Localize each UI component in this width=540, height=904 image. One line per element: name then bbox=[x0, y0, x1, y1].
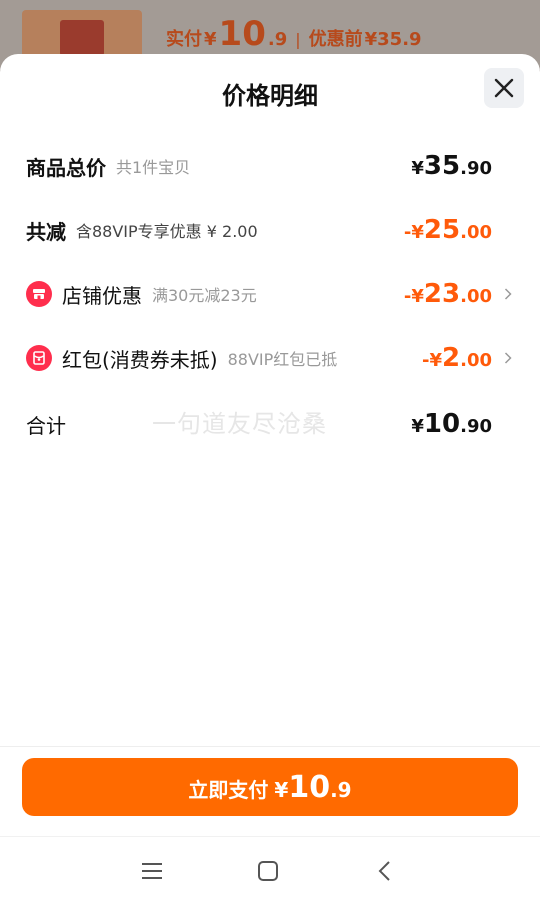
before-label: 优惠前 bbox=[308, 29, 363, 50]
paid-label: 实付 bbox=[166, 29, 202, 50]
background-price-summary: 实付 ¥ 10 .9 | 优惠前 ¥35.9 bbox=[166, 14, 422, 54]
divider bbox=[0, 746, 540, 747]
back-icon bbox=[378, 861, 390, 881]
row-label: 合计 bbox=[26, 413, 66, 438]
row-note: 88VIP红包已抵 bbox=[227, 350, 338, 369]
chevron-right-icon bbox=[500, 284, 512, 305]
pay-dec: .9 bbox=[330, 778, 352, 802]
row-amount: -¥ 25 .00 bbox=[404, 215, 492, 245]
row-shop-discount[interactable]: 店铺优惠 满30元减23元 -¥ 23 .00 bbox=[26, 274, 512, 314]
amount-dec: .00 bbox=[460, 350, 492, 371]
pay-label: 立即支付 bbox=[188, 778, 269, 802]
amount-dec: .90 bbox=[460, 416, 492, 437]
amount-dec: .00 bbox=[460, 222, 492, 243]
row-amount: -¥ 23 .00 bbox=[404, 279, 492, 309]
watermark-text: 一句道友尽沧桑 bbox=[152, 410, 327, 438]
row-note: 含88VIP专享优惠 ¥ 2.00 bbox=[76, 222, 258, 241]
paid-currency: ¥ bbox=[204, 29, 217, 50]
row-label: 店铺优惠 bbox=[62, 283, 142, 308]
row-total-discount: 共减 含88VIP专享优惠 ¥ 2.00 -¥ 25 .00 bbox=[26, 210, 512, 250]
amount-int: 23 bbox=[423, 279, 461, 309]
product-thumbnail bbox=[22, 10, 142, 60]
menu-button[interactable] bbox=[132, 853, 172, 889]
row-red-packet[interactable]: 红包(消费券未抵) 88VIP红包已抵 -¥ 2 .00 bbox=[26, 338, 512, 378]
paid-int: 10 bbox=[218, 14, 266, 54]
amount-currency: -¥ bbox=[403, 286, 424, 307]
red-packet-icon bbox=[26, 345, 52, 371]
close-button[interactable] bbox=[484, 68, 524, 108]
home-button[interactable] bbox=[248, 853, 288, 889]
row-label: 红包(消费券未抵) bbox=[62, 347, 218, 372]
home-icon bbox=[258, 861, 278, 881]
row-total-price: 商品总价 共1件宝贝 ¥ 35 .90 bbox=[26, 146, 512, 186]
row-note: 共1件宝贝 bbox=[116, 158, 191, 177]
chevron-right-icon bbox=[500, 348, 512, 369]
pay-now-button[interactable]: 立即支付 ¥ 10 .9 bbox=[22, 758, 518, 816]
close-icon bbox=[494, 78, 514, 98]
back-button[interactable] bbox=[364, 853, 404, 889]
amount-int: 2 bbox=[442, 343, 461, 373]
row-label: 共减 bbox=[26, 219, 66, 244]
amount-currency: ¥ bbox=[411, 416, 424, 437]
row-label: 商品总价 bbox=[26, 155, 106, 180]
amount-currency: -¥ bbox=[422, 350, 443, 371]
menu-icon bbox=[142, 863, 162, 879]
row-amount: -¥ 2 .00 bbox=[422, 343, 492, 373]
pay-currency: ¥ bbox=[274, 778, 289, 802]
amount-currency: -¥ bbox=[403, 222, 424, 243]
pay-int: 10 bbox=[288, 770, 331, 805]
before-value: ¥35.9 bbox=[364, 29, 422, 50]
amount-int: 35 bbox=[423, 151, 461, 181]
shop-icon bbox=[26, 281, 52, 307]
amount-int: 10 bbox=[423, 409, 461, 439]
row-note: 满30元减23元 bbox=[152, 286, 257, 305]
amount-currency: ¥ bbox=[411, 158, 424, 179]
price-detail-sheet: 价格明细 商品总价 共1件宝贝 ¥ 35 .90 共减 含88VIP专享优惠 ¥… bbox=[0, 54, 540, 904]
amount-int: 25 bbox=[423, 215, 461, 245]
sheet-title: 价格明细 bbox=[222, 82, 318, 110]
amount-dec: .90 bbox=[460, 158, 492, 179]
row-amount: ¥ 10 .90 bbox=[411, 409, 492, 439]
system-nav-bar bbox=[0, 836, 540, 904]
row-amount: ¥ 35 .90 bbox=[411, 151, 492, 181]
paid-dec: .9 bbox=[267, 29, 288, 50]
price-separator: | bbox=[295, 30, 301, 49]
amount-dec: .00 bbox=[460, 286, 492, 307]
